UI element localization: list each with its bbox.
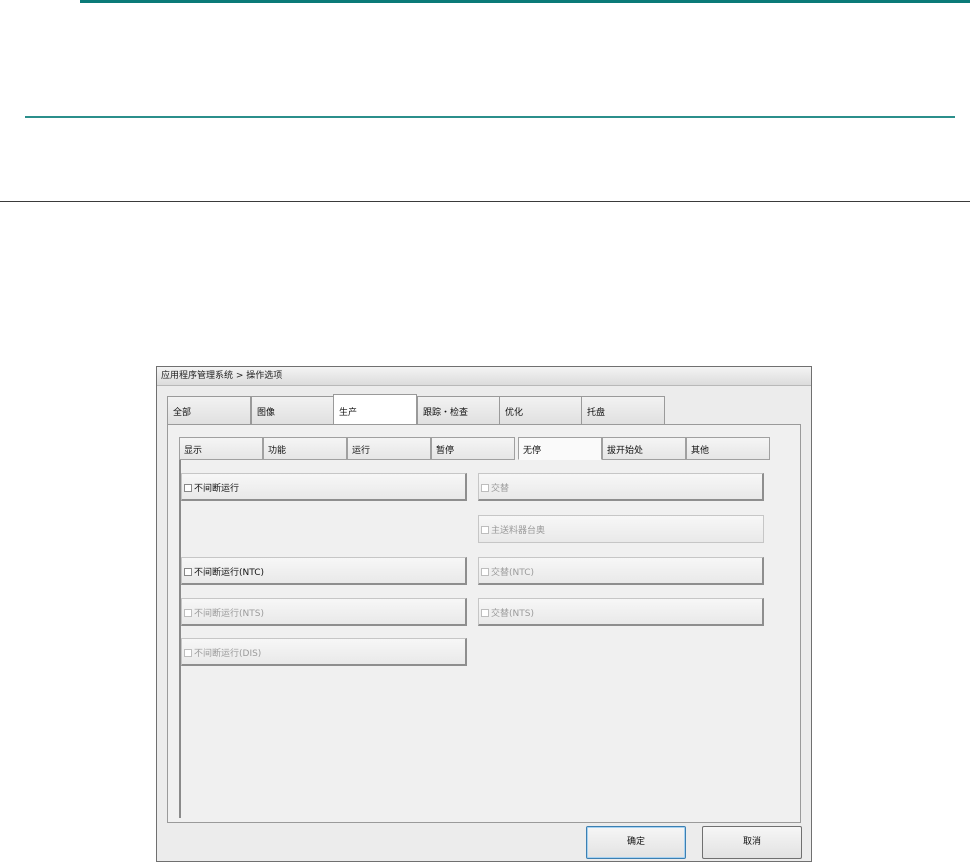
subtab-non-stop[interactable]: 无停: [518, 437, 602, 460]
subtab-pause[interactable]: 暂停: [431, 437, 515, 460]
option-label: 不间断运行: [194, 484, 240, 494]
tab-image[interactable]: 图像: [251, 396, 335, 424]
checkbox-icon[interactable]: [481, 609, 489, 617]
subtab-run[interactable]: 运行: [347, 437, 431, 460]
checkbox-icon[interactable]: [481, 484, 489, 492]
tab-tray[interactable]: 托盘: [581, 396, 665, 424]
option-alternate-ntc[interactable]: 交替(NTC): [478, 557, 764, 585]
checkbox-icon[interactable]: [481, 568, 489, 576]
header-rule-bottom: [0, 201, 970, 202]
options-dialog: 应用程序管理系统 > 操作选项 全部 图像 生产 跟踪・检查 优化 托盘 显示 …: [156, 366, 812, 862]
cancel-button[interactable]: 取消: [702, 826, 802, 859]
option-label: 交替(NTS): [491, 609, 534, 619]
tab-production[interactable]: 生产: [333, 394, 417, 424]
option-label: 交替: [491, 484, 510, 494]
subtab-start-position[interactable]: 拔开始处: [602, 437, 686, 460]
subtab-other[interactable]: 其他: [686, 437, 770, 460]
option-main-feeder-table[interactable]: 主送料器台奥: [478, 515, 764, 543]
option-label: 不间断运行(NTC): [194, 568, 265, 578]
option-label: 不间断运行(DIS): [194, 649, 262, 659]
tab-all[interactable]: 全部: [167, 396, 251, 424]
option-label: 交替(NTC): [491, 568, 535, 578]
options-area: 不间断运行 交替 主送料器台奥 不间断运行(NTC) 交替(NTC) 不间断运行…: [179, 460, 791, 818]
checkbox-icon[interactable]: [481, 526, 489, 534]
checkbox-icon[interactable]: [184, 609, 192, 617]
option-alternate-nts[interactable]: 交替(NTS): [478, 598, 764, 626]
option-nonstop-run-ntc[interactable]: 不间断运行(NTC): [181, 557, 467, 585]
header-rule-middle: [25, 116, 955, 118]
subtab-display[interactable]: 显示: [179, 437, 263, 460]
header-rule-top: [80, 0, 970, 3]
ok-button[interactable]: 确定: [586, 826, 686, 859]
checkbox-icon[interactable]: [184, 484, 192, 492]
subtab-function[interactable]: 功能: [263, 437, 347, 460]
tab-optimization[interactable]: 优化: [499, 396, 583, 424]
option-nonstop-run[interactable]: 不间断运行: [181, 473, 467, 501]
option-nonstop-run-dis[interactable]: 不间断运行(DIS): [181, 638, 467, 666]
option-alternate[interactable]: 交替: [478, 473, 764, 501]
tab-panel: 显示 功能 运行 暂停 无停 拔开始处 其他 不间断运行 交替 主送料器台奥 不…: [167, 424, 801, 823]
checkbox-icon[interactable]: [184, 649, 192, 657]
tab-tracking-inspection[interactable]: 跟踪・检查: [417, 396, 501, 424]
window-title: 应用程序管理系统 > 操作选项: [157, 367, 811, 386]
checkbox-icon[interactable]: [184, 568, 192, 576]
option-nonstop-run-nts[interactable]: 不间断运行(NTS): [181, 598, 467, 626]
option-label: 主送料器台奥: [491, 526, 546, 536]
option-label: 不间断运行(NTS): [194, 609, 264, 619]
